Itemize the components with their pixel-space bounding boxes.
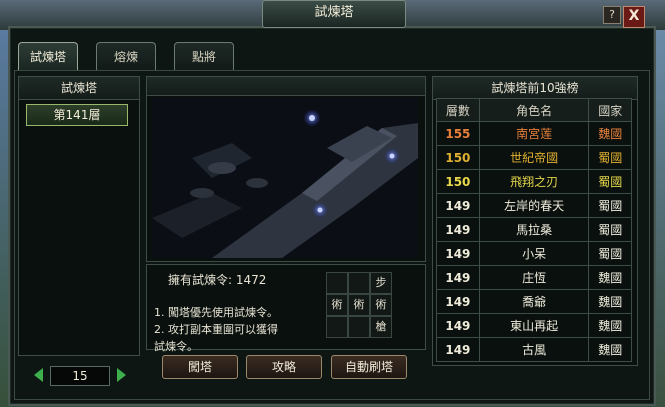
- ranking-floor: 149: [436, 337, 480, 362]
- help-button[interactable]: ?: [603, 6, 621, 24]
- formation-grid: 步 術 術 術 槍: [326, 272, 392, 338]
- rule-2a: 2. 攻打副本重圍可以獲得: [154, 323, 278, 336]
- window-title: 試煉塔: [262, 0, 406, 28]
- ranking-country: 魏國: [588, 265, 632, 290]
- ranking-row[interactable]: 149 小呆 蜀國: [436, 241, 632, 266]
- ranking-country: 蜀國: [588, 241, 632, 266]
- token-count-row: 擁有試煉令: 1472: [168, 271, 266, 288]
- ranking-row[interactable]: 150 飛翔之刃 蜀國: [436, 169, 632, 194]
- next-page-arrow-icon[interactable]: [117, 368, 126, 382]
- scene-header: [147, 77, 425, 96]
- ranking-name: 左岸的春天: [478, 193, 590, 218]
- ranking-name: 南宮莲: [478, 121, 590, 146]
- ranking-name: 庄恆: [478, 265, 590, 290]
- ranking-floor: 150: [436, 169, 480, 194]
- ranking-name: 世紀帝國: [478, 145, 590, 170]
- tab-trial-tower[interactable]: 試煉塔: [18, 42, 78, 70]
- prev-page-arrow-icon[interactable]: [34, 368, 43, 382]
- ranking-country: 魏國: [588, 289, 632, 314]
- ranking-country: 魏國: [588, 121, 632, 146]
- ranking-country: 魏國: [588, 337, 632, 362]
- ranking-name: 飛翔之刃: [478, 169, 590, 194]
- ranking-row[interactable]: 149 庄恆 魏國: [436, 265, 632, 290]
- ranking-row[interactable]: 149 東山再起 魏國: [436, 313, 632, 338]
- column-header-floor: 層數: [436, 98, 480, 122]
- ranking-row[interactable]: 149 古風 魏國: [436, 337, 632, 362]
- ranking-row[interactable]: 155 南宮莲 魏國: [436, 121, 632, 146]
- floor-list-title: 試煉塔: [19, 77, 139, 100]
- formation-cell: [326, 272, 348, 294]
- ranking-row[interactable]: 149 喬爺 魏國: [436, 289, 632, 314]
- page-number: 15: [50, 366, 110, 386]
- formation-cell: [348, 272, 370, 294]
- column-header-country: 國家: [588, 98, 632, 122]
- formation-cell: 步: [370, 272, 392, 294]
- formation-cell: 槍: [370, 316, 392, 338]
- ranking-country: 蜀國: [588, 193, 632, 218]
- ranking-title: 試煉塔前10強榜: [433, 77, 637, 100]
- guide-button[interactable]: 攻略: [246, 355, 322, 379]
- tab-smelting[interactable]: 熔煉: [96, 42, 156, 70]
- ranking-floor: 149: [436, 241, 480, 266]
- rule-1: 1. 闖塔優先使用試煉令。: [154, 306, 278, 319]
- ranking-row[interactable]: 149 馬拉桑 蜀國: [436, 217, 632, 242]
- ranking-floor: 149: [436, 193, 480, 218]
- challenge-button[interactable]: 闖塔: [162, 355, 238, 379]
- ranking-name: 馬拉桑: [478, 217, 590, 242]
- tower-scene-image: [152, 98, 418, 258]
- column-header-name: 角色名: [478, 98, 590, 122]
- ranking-country: 魏國: [588, 313, 632, 338]
- close-button[interactable]: X: [623, 6, 645, 28]
- ranking-floor: 149: [436, 289, 480, 314]
- ranking-name: 古風: [478, 337, 590, 362]
- formation-cell: 術: [348, 294, 370, 316]
- ranking-name: 喬爺: [478, 289, 590, 314]
- formation-cell: 術: [326, 294, 348, 316]
- ranking-floor: 155: [436, 121, 480, 146]
- token-label: 擁有試煉令:: [168, 273, 233, 287]
- ranking-row[interactable]: 150 世紀帝國 蜀國: [436, 145, 632, 170]
- auto-climb-button[interactable]: 自動刷塔: [331, 355, 407, 379]
- tab-generals[interactable]: 點將: [174, 42, 234, 70]
- rule-2b: 試煉令。: [154, 340, 198, 353]
- ranking-country: 蜀國: [588, 169, 632, 194]
- formation-cell: 術: [370, 294, 392, 316]
- ranking-floor: 149: [436, 217, 480, 242]
- ranking-floor: 150: [436, 145, 480, 170]
- ranking-table: 層數 角色名 國家 155 南宮莲 魏國 150 世紀帝國 蜀國 150 飛翔之刃 蜀國 149 左…: [436, 98, 632, 362]
- ranking-floor: 149: [436, 313, 480, 338]
- ranking-floor: 149: [436, 265, 480, 290]
- ranking-name: 東山再起: [478, 313, 590, 338]
- ranking-country: 蜀國: [588, 145, 632, 170]
- ranking-country: 蜀國: [588, 217, 632, 242]
- formation-cell: [326, 316, 348, 338]
- token-value: 1472: [235, 273, 267, 287]
- floor-item-selected[interactable]: 第141層: [26, 104, 128, 126]
- ranking-name: 小呆: [478, 241, 590, 266]
- ranking-row[interactable]: 149 左岸的春天 蜀國: [436, 193, 632, 218]
- ranking-header-row: 層數 角色名 國家: [436, 98, 632, 122]
- formation-cell: [348, 316, 370, 338]
